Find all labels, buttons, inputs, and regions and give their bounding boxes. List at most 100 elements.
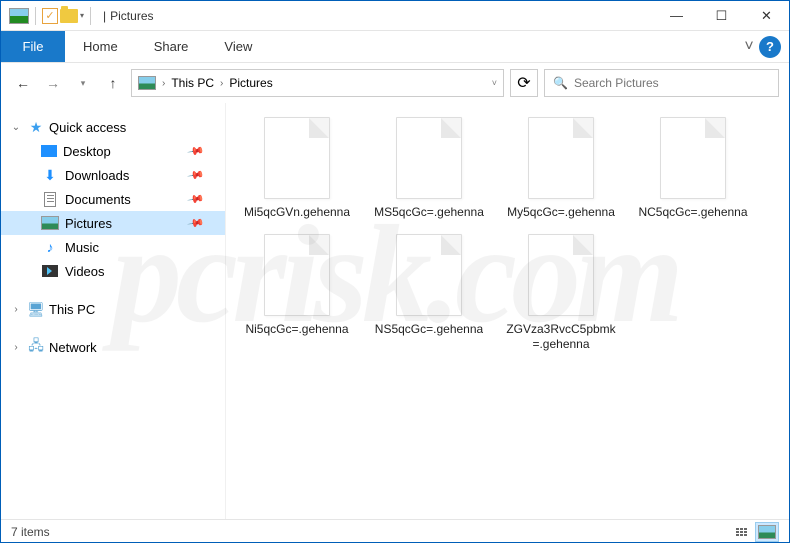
file-icon <box>396 234 462 316</box>
file-icon <box>396 117 462 199</box>
window-controls: — ☐ ✕ <box>654 1 789 31</box>
qat-customize-dropdown[interactable]: ▾ <box>80 11 84 20</box>
sidebar-item-music[interactable]: ♪ Music <box>1 235 225 259</box>
search-input[interactable] <box>574 76 770 90</box>
music-icon: ♪ <box>41 239 59 255</box>
crumb-label: This PC <box>171 76 214 90</box>
sidebar-item-downloads[interactable]: ⬇ Downloads 📌 <box>1 163 225 187</box>
ribbon: File Home Share View ˅ ? <box>1 31 789 63</box>
content-pane[interactable]: Mi5qcGVn.gehenna MS5qcGc=.gehenna My5qcGc=… <box>226 103 789 519</box>
minimize-button[interactable]: — <box>654 1 699 31</box>
file-item[interactable]: My5qcGc=.gehenna <box>506 117 616 220</box>
file-item[interactable]: MS5qcGc=.gehenna <box>374 117 484 220</box>
file-grid: Mi5qcGVn.gehenna MS5qcGc=.gehenna My5qcGc=… <box>242 117 773 352</box>
tab-share[interactable]: Share <box>136 31 207 62</box>
sidebar-item-documents[interactable]: Documents📌 <box>1 187 225 211</box>
file-icon <box>528 234 594 316</box>
sidebar-item-label: Desktop <box>63 144 111 159</box>
file-icon <box>264 117 330 199</box>
file-item[interactable]: Mi5qcGVn.gehenna <box>242 117 352 220</box>
pc-icon: 🖥 <box>27 301 45 317</box>
large-icons-view-button[interactable] <box>755 522 779 542</box>
network-icon: 🖧 <box>27 339 45 355</box>
network-node[interactable]: › 🖧 Network <box>1 335 225 359</box>
close-button[interactable]: ✕ <box>744 1 789 31</box>
tab-view[interactable]: View <box>206 31 270 62</box>
sidebar-item-label: Music <box>65 240 99 255</box>
file-name: ZGVza3RvcC5pbmk=.gehenna <box>506 322 616 352</box>
location-icon <box>138 76 156 90</box>
file-icon <box>264 234 330 316</box>
refresh-button[interactable]: ⟳ <box>510 69 538 97</box>
quick-access-group: ⌄ ★ Quick access Desktop 📌 ⬇ Downloads 📌 Docu… <box>1 115 225 283</box>
item-count: 7 items <box>11 525 50 539</box>
expander-icon[interactable]: › <box>9 342 23 353</box>
qat: ✓ ▾ | Pictures <box>1 7 154 25</box>
breadcrumb-sep[interactable]: › <box>220 78 223 89</box>
back-button[interactable]: ← <box>11 71 35 95</box>
recent-locations-dropdown[interactable]: ▾ <box>71 71 95 95</box>
document-icon <box>41 191 59 207</box>
pin-icon: 📌 <box>187 142 206 161</box>
file-name: NS5qcGc=.gehenna <box>375 322 483 337</box>
sidebar-item-videos[interactable]: Videos <box>1 259 225 283</box>
tree-label: Network <box>49 340 97 355</box>
expander-icon[interactable]: › <box>9 304 23 315</box>
up-button[interactable]: ↑ <box>101 71 125 95</box>
file-item[interactable]: NS5qcGc=.gehenna <box>374 234 484 352</box>
details-view-button[interactable] <box>729 522 753 542</box>
qat-separator-2 <box>90 7 91 25</box>
pictures-icon <box>41 215 59 231</box>
address-dropdown[interactable]: ˅ <box>492 78 497 88</box>
title-bar: ✓ ▾ | Pictures — ☐ ✕ <box>1 1 789 31</box>
tree-label: Quick access <box>49 120 126 135</box>
help-button[interactable]: ? <box>759 36 781 58</box>
navigation-pane[interactable]: ⌄ ★ Quick access Desktop 📌 ⬇ Downloads 📌 Docu… <box>1 103 226 519</box>
body: ⌄ ★ Quick access Desktop 📌 ⬇ Downloads 📌 Docu… <box>1 103 789 519</box>
quick-access-node[interactable]: ⌄ ★ Quick access <box>1 115 225 139</box>
title-separator: | <box>103 9 106 23</box>
file-item[interactable]: ZGVza3RvcC5pbmk=.gehenna <box>506 234 616 352</box>
tab-home[interactable]: Home <box>65 31 136 62</box>
sidebar-item-pictures[interactable]: Pictures 📌 <box>1 211 225 235</box>
file-icon <box>528 117 594 199</box>
window-title: Pictures <box>110 9 153 23</box>
pin-icon: 📌 <box>187 214 206 233</box>
sidebar-item-label: Downloads <box>65 168 129 183</box>
this-pc-node[interactable]: › 🖥 This PC <box>1 297 225 321</box>
desktop-icon <box>41 145 57 157</box>
tree-label: This PC <box>49 302 95 317</box>
sidebar-item-label: Videos <box>65 264 105 279</box>
sidebar-item-desktop[interactable]: Desktop 📌 <box>1 139 225 163</box>
search-box[interactable]: 🔍 <box>544 69 779 97</box>
file-name: Mi5qcGVn.gehenna <box>244 205 350 220</box>
sidebar-item-label: Pictures <box>65 216 112 231</box>
forward-button[interactable]: → <box>41 71 65 95</box>
search-icon: 🔍 <box>553 76 568 90</box>
pin-icon: 📌 <box>187 166 206 185</box>
crumb-pictures[interactable]: Pictures <box>229 76 272 90</box>
address-bar[interactable]: › This PC › Pictures ˅ <box>131 69 504 97</box>
download-icon: ⬇ <box>41 167 59 183</box>
star-icon: ★ <box>27 119 45 135</box>
breadcrumb-sep[interactable]: › <box>162 78 165 89</box>
file-name: MS5qcGc=.gehenna <box>374 205 484 220</box>
file-name: NC5qcGc=.gehenna <box>638 205 747 220</box>
file-name: Ni5qcGc=.gehenna <box>245 322 348 337</box>
status-bar: 7 items <box>1 519 789 543</box>
crumb-this-pc[interactable]: This PC <box>171 76 214 90</box>
ribbon-expand-button[interactable]: ˅ <box>739 31 759 62</box>
qat-properties-icon[interactable]: ✓ <box>42 8 58 24</box>
app-icon <box>9 8 29 24</box>
expander-icon[interactable]: ⌄ <box>9 122 23 133</box>
maximize-button[interactable]: ☐ <box>699 1 744 31</box>
videos-icon <box>41 263 59 279</box>
thumb-icon <box>758 525 776 539</box>
file-name: My5qcGc=.gehenna <box>507 205 615 220</box>
qat-newfolder-icon[interactable] <box>60 9 78 23</box>
file-item[interactable]: Ni5qcGc=.gehenna <box>242 234 352 352</box>
qat-separator <box>35 7 36 25</box>
file-tab[interactable]: File <box>1 31 65 62</box>
address-toolbar: ← → ▾ ↑ › This PC › Pictures ˅ ⟳ 🔍 <box>1 63 789 103</box>
file-item[interactable]: NC5qcGc=.gehenna <box>638 117 748 220</box>
